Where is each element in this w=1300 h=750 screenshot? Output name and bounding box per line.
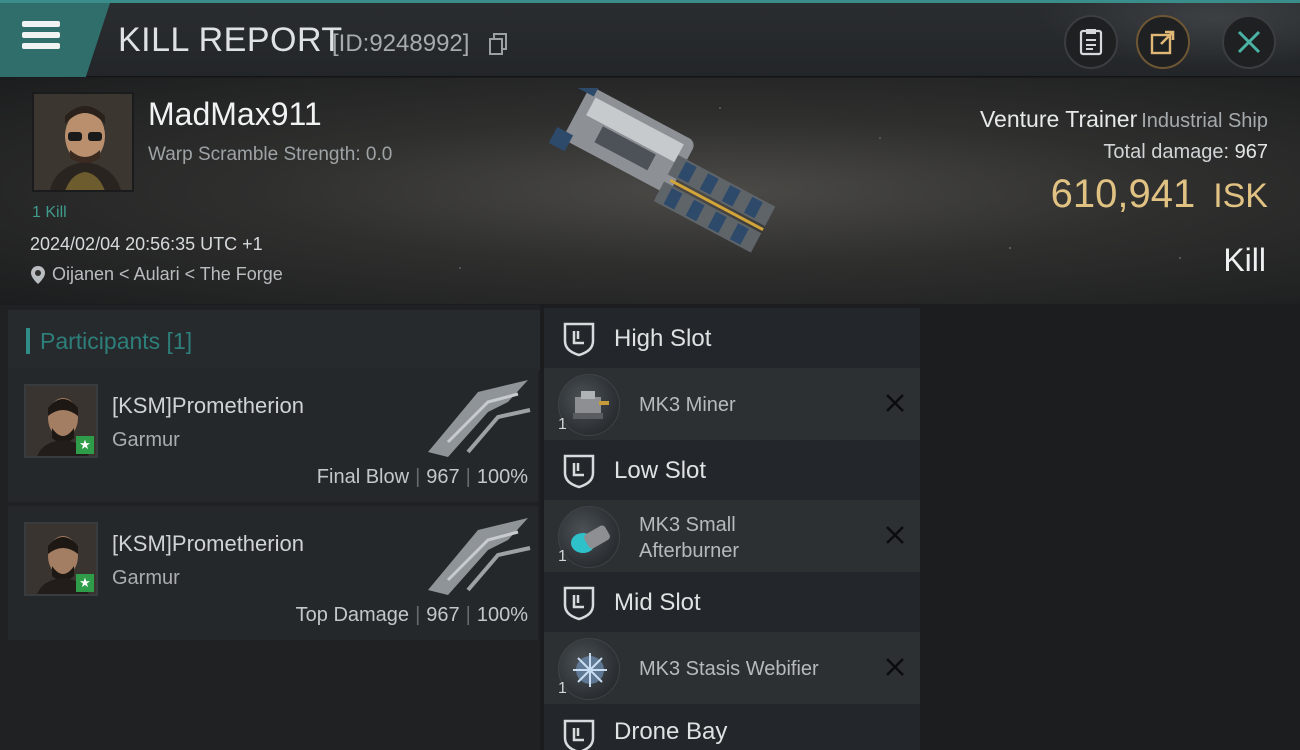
stats-separator: | [415,604,421,626]
participants-header-accent [26,328,30,354]
module-icon [558,506,620,568]
slot-shield-icon [563,454,595,489]
share-icon [1150,30,1175,55]
participant-damage: 967 [426,466,460,488]
stats-separator: | [465,604,471,626]
remove-x-icon[interactable] [882,654,908,680]
module-quantity: 1 [558,416,567,433]
participant-ship: Garmur [112,567,180,589]
remove-x-icon[interactable] [882,522,908,548]
kill-location[interactable]: Oijanen < Aulari < The Forge [30,264,283,285]
ship-name[interactable]: Venture Trainer [980,106,1137,132]
miner-module-icon [573,391,609,419]
participant-name: [KSM]Prometherion [112,531,304,556]
participants-header: Participants [1] [8,310,540,370]
module-icon [558,374,620,436]
participant-avatar[interactable]: ★ [24,384,98,458]
participant-stats: Final Blow | 967 | 100% [317,466,528,489]
total-damage-value: 967 [1234,141,1268,163]
participant-stats: Top Damage | 967 | 100% [296,604,528,627]
menu-icon[interactable] [22,21,64,55]
page-title: KILL REPORT [118,21,343,59]
participants-title: Participants [1] [40,328,193,354]
drone-bay-label: Drone Bay [614,718,728,745]
kill-count: 1 Kill [32,204,67,221]
mid-slot-header: Mid Slot [544,572,920,634]
module-name-line2: Afterburner [639,540,740,562]
module-name: MK3 Stasis Webifier [639,658,819,680]
participant-avatar[interactable]: ★ [24,522,98,596]
participant-ship-image [428,380,531,457]
module-row[interactable]: 1 MK3 Stasis Webifier [544,632,920,704]
kill-datetime: 2024/02/04 20:56:35 UTC +1 [30,234,263,254]
close-button[interactable] [1222,15,1276,69]
module-row[interactable]: 1 MK3 Small Afterburner [544,500,920,572]
slot-shield-icon [563,719,595,750]
isk-value: 610,941 [1050,172,1196,216]
participant-percent: 100% [476,466,528,488]
isk-value-row: 610,941 ISK [980,172,1268,217]
star-badge-icon: ★ [76,436,94,454]
total-damage: Total damage: 967 [980,141,1268,164]
report-id: [ID:9248992] [332,30,470,57]
clipboard-button[interactable] [1064,15,1118,69]
module-quantity: 1 [558,548,567,565]
low-slot-header: Low Slot [544,440,920,502]
header-bar: KILL REPORT [ID:9248992] [0,3,1300,77]
module-icon [558,638,620,700]
pilot-portrait-image [34,94,132,190]
victim-name: MadMax911 [148,96,322,132]
stats-separator: | [415,466,421,488]
participant-name: [KSM]Prometherion [112,393,304,418]
stasis-webifier-icon [573,653,607,687]
kill-type: Kill [1223,242,1266,278]
participant-damage: 967 [426,604,460,626]
victim-panel: MadMax911 Warp Scramble Strength: 0.0 1 … [0,78,1300,304]
participant-percent: 100% [476,604,528,626]
victim-ship-image [548,88,776,253]
ship-info: Venture Trainer Industrial Ship Total dam… [980,106,1268,217]
mid-slot-label: Mid Slot [614,589,701,616]
location-text: Oijanen < Aulari < The Forge [52,264,283,284]
module-name-line1: MK3 Small [639,514,736,536]
participant-row[interactable]: ★ [KSM]Prometherion Garmur Top Damage | 96… [8,506,538,640]
participant-ship: Garmur [112,429,180,451]
slot-shield-icon [563,586,595,621]
ship-class: Industrial Ship [1141,110,1268,132]
copy-icon[interactable] [488,33,508,55]
module-row[interactable]: 1 MK3 Miner [544,368,920,440]
afterburner-module-icon [571,525,610,553]
total-damage-label: Total damage: [1103,141,1230,163]
warp-scramble-strength: Warp Scramble Strength: 0.0 [148,144,393,165]
participants-panel: Participants [1] ★ [KSM]Prometherion Gar… [0,305,540,750]
share-button[interactable] [1136,15,1190,69]
participant-row[interactable]: ★ [KSM]Prometherion Garmur Final Blow | 96… [8,368,538,502]
star-badge-icon: ★ [76,574,94,592]
isk-unit: ISK [1213,177,1268,215]
module-quantity: 1 [558,680,567,697]
low-slot-label: Low Slot [614,457,707,484]
participant-role: Final Blow [316,466,410,488]
high-slot-header: High Slot [544,308,920,370]
module-name: MK3 Miner [639,394,736,416]
drone-bay-header: Drone Bay [544,704,920,750]
victim-portrait[interactable] [32,92,134,192]
module-name: MK3 Small Afterburner [639,512,739,564]
slot-shield-icon [563,322,595,357]
location-pin-icon [31,265,45,284]
remove-x-icon[interactable] [882,390,908,416]
participant-role: Top Damage [295,604,410,626]
close-icon [1237,30,1261,54]
high-slot-label: High Slot [614,325,712,352]
clipboard-icon [1079,29,1103,56]
fitting-panel: High Slot 1 MK3 Miner Low Slot 1 MK3 Sma… [544,305,1300,750]
participant-ship-image [428,518,531,595]
stats-separator: | [465,466,471,488]
